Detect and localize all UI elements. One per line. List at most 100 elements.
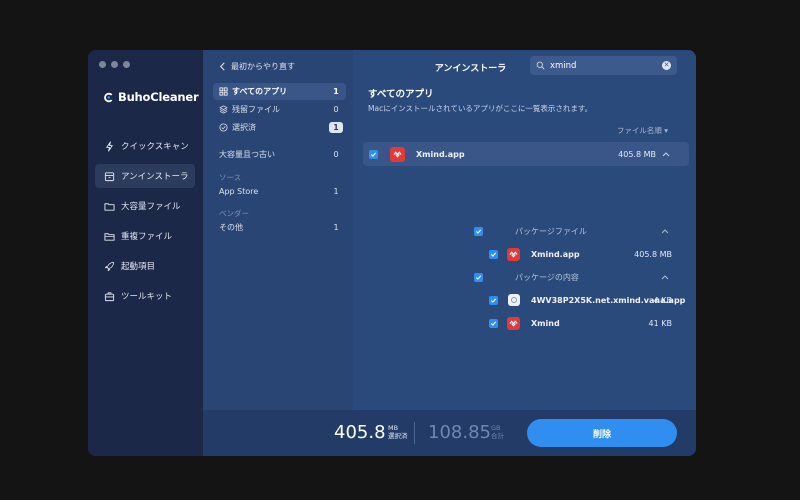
layers-icon	[219, 105, 228, 114]
app-checkbox[interactable]	[369, 149, 378, 159]
sidebar-item-quick-scan[interactable]: クイックスキャン	[95, 134, 195, 158]
brand-name: BuhoCleaner	[118, 90, 199, 104]
filter-count: 0	[333, 150, 339, 159]
file-row[interactable]: Xmind 41 KB	[353, 315, 696, 331]
sidebar-item-label: アンインストーラ	[121, 172, 189, 182]
group-package-contents[interactable]: パッケージの内容	[353, 269, 696, 285]
checkmark-icon	[490, 321, 497, 326]
app-window: BuhoCleaner クイックスキャン アンインストーラ 大容量ファイル 重複…	[88, 50, 696, 456]
footer-bar: 405.8 MB 選択済 108.85 GB 合計 削除	[203, 410, 696, 456]
duplicate-folder-icon	[104, 232, 115, 241]
total-label: 合計	[491, 432, 504, 440]
group-checkbox[interactable]	[474, 272, 483, 282]
filter-count: 1	[333, 223, 339, 232]
file-size: 4 KB	[653, 295, 672, 305]
sidebar-item-uninstaller[interactable]: アンインストーラ	[95, 164, 195, 188]
filter-count: 1	[333, 187, 339, 196]
filter-app-store[interactable]: App Store 1	[213, 183, 346, 200]
filter-vendor-other[interactable]: その他 1	[213, 219, 346, 236]
xmind-logo-icon	[509, 250, 518, 258]
filter-all-apps[interactable]: すべてのアプリ 1	[213, 83, 346, 100]
toolbox-icon	[104, 291, 115, 301]
file-checkbox[interactable]	[489, 295, 498, 305]
group-checkbox[interactable]	[474, 226, 483, 236]
xmind-logo-icon	[393, 150, 402, 158]
total-size-value: 108.85	[428, 422, 491, 443]
selected-size-value: 405.8	[334, 422, 386, 443]
search-icon	[536, 61, 545, 70]
sidebar-item-large-files[interactable]: 大容量ファイル	[95, 194, 195, 218]
checkmark-icon	[490, 252, 497, 257]
filter-selected[interactable]: 選択済 1	[213, 119, 346, 136]
search-input[interactable]	[550, 60, 657, 71]
footer-divider	[414, 422, 415, 444]
check-circle-icon	[219, 123, 228, 132]
plist-file-icon	[508, 294, 520, 306]
vendor-header: ベンダー	[219, 209, 249, 218]
app-row[interactable]: Xmind.app 405.8 MB	[363, 142, 689, 166]
chevron-up-icon[interactable]	[662, 151, 670, 157]
bolt-icon	[106, 140, 113, 152]
source-header: ソース	[219, 173, 242, 182]
filter-label: App Store	[219, 187, 259, 196]
file-size: 405.8 MB	[634, 249, 672, 259]
start-over-link[interactable]: 最初からやり直す	[219, 61, 295, 72]
delete-button[interactable]: 削除	[527, 419, 677, 447]
filter-count: 1	[333, 87, 339, 96]
sort-dropdown[interactable]: ファイル名順 ▾	[617, 125, 668, 136]
filter-large-old[interactable]: 大容量且つ古い 0	[213, 146, 346, 163]
clear-search-icon[interactable]: ✕	[662, 61, 671, 70]
file-row[interactable]: Xmind.app 405.8 MB	[353, 246, 696, 262]
sidebar-item-startup-items[interactable]: 起動項目	[95, 254, 195, 278]
chevron-up-icon[interactable]	[661, 228, 669, 234]
file-row[interactable]: 4WV38P2X5K.net.xmind.vana.app 4 KB	[353, 292, 696, 308]
sidebar-item-label: クイックスキャン	[121, 142, 189, 152]
filter-count: 0	[333, 105, 339, 114]
filter-leftover-files[interactable]: 残留ファイル 0	[213, 101, 346, 118]
filter-label: 大容量且つ古い	[219, 150, 275, 159]
filter-label: 選択済	[232, 123, 256, 132]
filter-panel: 最初からやり直す すべてのアプリ 1 残留ファイル 0 選択済 1 大容量且つ古…	[203, 50, 353, 410]
xmind-app-icon	[507, 247, 520, 261]
folder-icon	[104, 202, 115, 211]
sidebar-item-label: 起動項目	[121, 262, 156, 272]
brand-logo: BuhoCleaner	[103, 90, 199, 104]
filter-label: 残留ファイル	[232, 105, 280, 114]
buho-logo-icon	[104, 92, 113, 102]
selected-size-unit: MB	[388, 424, 399, 432]
group-label: パッケージの内容	[515, 272, 579, 282]
xmind-app-icon	[390, 146, 405, 162]
sidebar-item-label: ツールキット	[121, 292, 173, 302]
sidebar-nav: クイックスキャン アンインストーラ 大容量ファイル 重複ファイル 起動項目 ツー…	[95, 134, 195, 314]
app-name: Xmind.app	[416, 149, 465, 159]
window-controls	[99, 61, 130, 68]
sidebar-item-duplicate-files[interactable]: 重複ファイル	[95, 224, 195, 248]
file-name: Xmind.app	[531, 249, 580, 259]
checkmark-icon	[370, 152, 377, 157]
close-window-button[interactable]	[99, 61, 106, 68]
minimize-window-button[interactable]	[111, 61, 118, 68]
filter-label: その他	[219, 223, 243, 232]
group-label: パッケージファイル	[515, 226, 587, 236]
file-size: 41 KB	[648, 318, 672, 328]
total-size-unit: GB	[491, 424, 501, 432]
file-checkbox[interactable]	[489, 318, 498, 328]
section-description: Macにインストールされているアプリがここに一覧表示されます。	[368, 104, 593, 113]
sidebar-item-label: 大容量ファイル	[121, 202, 181, 212]
archive-icon	[104, 171, 115, 181]
sidebar-item-toolkit[interactable]: ツールキット	[95, 284, 195, 308]
chevron-up-icon[interactable]	[661, 274, 669, 280]
start-over-label: 最初からやり直す	[231, 62, 295, 71]
checkmark-icon	[475, 229, 482, 234]
file-checkbox[interactable]	[489, 249, 498, 259]
settings-file-icon	[511, 297, 517, 303]
xmind-app-icon	[507, 316, 520, 330]
group-package-files[interactable]: パッケージファイル	[353, 223, 696, 239]
file-name: Xmind	[531, 318, 560, 328]
sidebar: BuhoCleaner クイックスキャン アンインストーラ 大容量ファイル 重複…	[88, 50, 203, 456]
grid-icon	[219, 87, 228, 96]
checkmark-icon	[475, 275, 482, 280]
zoom-window-button[interactable]	[123, 61, 130, 68]
app-size: 405.8 MB	[618, 149, 656, 159]
search-box[interactable]: ✕	[530, 56, 677, 75]
